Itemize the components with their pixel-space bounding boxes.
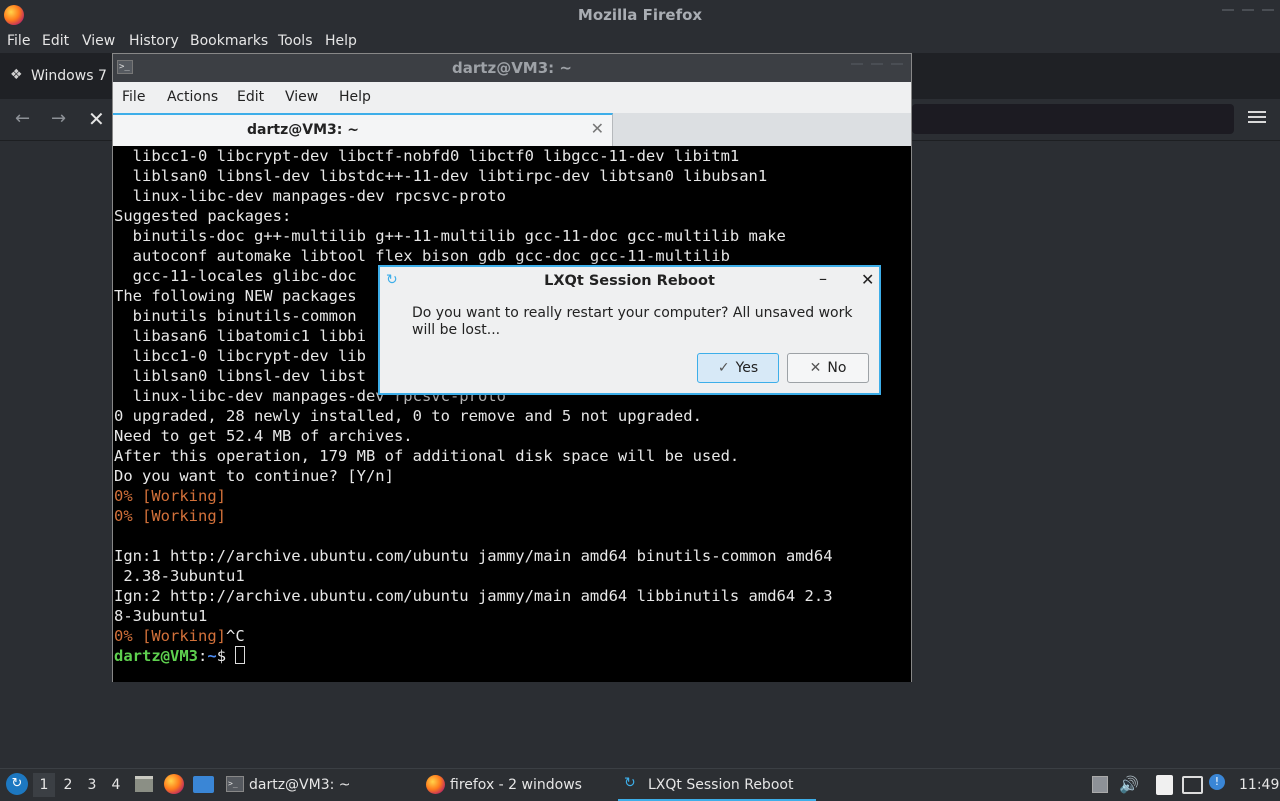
terminal-menubar: File Actions Edit View Help — [113, 82, 911, 113]
terminal-line: After this operation, 179 MB of addition… — [114, 447, 740, 465]
prompt-separator: : — [198, 647, 208, 665]
start-menu-icon[interactable]: ↻ — [6, 773, 28, 795]
hamburger-menu-icon[interactable] — [1248, 108, 1266, 124]
terminal-line-interrupt: 0% [Working]^C — [114, 626, 911, 646]
network-icon[interactable] — [1182, 776, 1203, 794]
tray-updates-icon[interactable] — [1092, 776, 1108, 793]
file-manager-icon[interactable] — [135, 776, 153, 792]
working-text: 0% [Working] — [114, 627, 226, 645]
dialog-close-icon[interactable]: ✕ — [861, 270, 874, 289]
task-terminal-label: dartz@VM3: ~ — [249, 777, 351, 793]
terminal-titlebar: >_ dartz@VM3: ~ — [113, 54, 911, 82]
dialog-message: Do you want to really restart your compu… — [412, 305, 853, 338]
back-icon[interactable]: ← — [15, 108, 30, 129]
taskbar: ↻ 1 2 3 4 >_ dartz@VM3: ~ firefox - 2 wi… — [0, 768, 1280, 801]
task-firefox-label: firefox - 2 windows — [450, 777, 582, 793]
terminal-line: 0% [Working] — [114, 507, 226, 525]
firefox-window-title: Mozilla Firefox — [577, 6, 703, 24]
terminal-line: Suggested packages: — [114, 207, 292, 225]
menu-file[interactable]: File — [7, 33, 30, 49]
x-icon: ✕ — [809, 360, 822, 376]
firefox-launcher-icon[interactable] — [164, 774, 184, 794]
terminal-window-title: dartz@VM3: ~ — [452, 59, 572, 77]
workspace-2[interactable]: 2 — [57, 773, 79, 797]
lxqt-task-icon: ↻ — [624, 775, 636, 791]
terminal-line: 0 upgraded, 28 newly installed, 0 to rem… — [114, 407, 702, 425]
terminal-line: autoconf automake libtool flex bison gdb… — [114, 247, 730, 265]
terminal-tab-label: dartz@VM3: ~ — [247, 122, 359, 138]
terminal-line: binutils-doc g++-multilib g++-11-multili… — [114, 227, 786, 245]
firefox-titlebar: Mozilla Firefox — [0, 0, 1280, 29]
terminal-line: libcc1-0 libcrypt-dev libctf-nobfd0 libc… — [114, 147, 740, 165]
notification-icon[interactable]: ! — [1209, 774, 1225, 790]
clock: 11:49 — [1239, 777, 1280, 793]
ctrl-c-text: ^C — [225, 627, 245, 645]
task-reboot-dialog[interactable]: ↻ LXQt Session Reboot — [618, 769, 816, 801]
desktop-icon[interactable] — [193, 776, 214, 793]
dialog-minimize-icon[interactable]: – — [819, 269, 827, 288]
firefox-menubar: File Edit View History Bookmarks Tools H… — [0, 29, 1280, 53]
terminal-menu-actions[interactable]: Actions — [167, 89, 218, 105]
workspace-1[interactable]: 1 — [33, 773, 55, 797]
firefox-tab-label: Windows 7 I — [31, 68, 116, 84]
terminal-close-icon[interactable] — [891, 63, 903, 73]
terminal-line: Need to get 52.4 MB of archives. — [114, 427, 413, 445]
clipboard-icon[interactable] — [1156, 775, 1173, 795]
terminal-line: liblsan0 libnsl-dev libstdc++-11-dev lib… — [114, 167, 768, 185]
terminal-menu-file[interactable]: File — [122, 89, 145, 105]
volume-icon[interactable]: 🔊 — [1119, 775, 1139, 794]
terminal-output[interactable]: libcc1-0 libcrypt-dev libctf-nobfd0 libc… — [113, 146, 911, 682]
close-icon[interactable] — [1262, 9, 1274, 19]
terminal-task-icon: >_ — [226, 776, 244, 792]
no-button[interactable]: ✕ No — [787, 353, 869, 383]
task-terminal[interactable]: >_ dartz@VM3: ~ — [222, 769, 412, 801]
site-favicon-icon: ❖ — [10, 67, 23, 83]
terminal-line: Do you want to continue? [Y/n] — [114, 467, 394, 485]
terminal-minimize-icon[interactable] — [851, 63, 863, 73]
terminal-line: linux-libc-dev manpages-dev rpcsvc-proto — [114, 187, 506, 205]
menu-bookmarks[interactable]: Bookmarks — [190, 33, 268, 49]
stop-icon[interactable]: ✕ — [88, 107, 105, 131]
dialog-title: LXQt Session Reboot — [544, 273, 715, 289]
terminal-line: 2.38-3ubuntu1 — [114, 567, 245, 585]
prompt-path: ~ — [207, 647, 217, 665]
workspace-3[interactable]: 3 — [81, 773, 103, 797]
firefox-tab[interactable]: ❖ Windows 7 I — [4, 62, 116, 92]
reboot-dialog: ↻ LXQt Session Reboot – ✕ Do you want to… — [378, 265, 881, 395]
menu-view[interactable]: View — [82, 33, 115, 49]
yes-button-label: Yes — [735, 360, 759, 376]
task-reboot-label: LXQt Session Reboot — [648, 777, 794, 793]
workspace-4[interactable]: 4 — [105, 773, 127, 797]
terminal-maximize-icon[interactable] — [871, 63, 883, 73]
minimize-icon[interactable] — [1222, 9, 1234, 19]
dialog-titlebar: ↻ LXQt Session Reboot – ✕ — [380, 267, 879, 294]
prompt-user: dartz@VM3 — [114, 647, 198, 665]
prompt-symbol: $ — [216, 647, 236, 665]
menu-history[interactable]: History — [129, 33, 179, 49]
menu-edit[interactable]: Edit — [42, 33, 69, 49]
url-bar[interactable] — [912, 104, 1234, 134]
terminal-menu-view[interactable]: View — [285, 89, 318, 105]
menu-tools[interactable]: Tools — [278, 33, 313, 49]
yes-button[interactable]: ✓ Yes — [697, 353, 779, 383]
terminal-menu-help[interactable]: Help — [339, 89, 371, 105]
forward-icon[interactable]: → — [51, 108, 66, 129]
no-button-label: No — [827, 360, 847, 376]
terminal-line: Ign:1 http://archive.ubuntu.com/ubuntu j… — [114, 547, 833, 565]
terminal-line: 8-3ubuntu1 — [114, 607, 208, 625]
firefox-task-icon — [426, 775, 445, 794]
terminal-line: 0% [Working] — [114, 487, 226, 505]
task-firefox[interactable]: firefox - 2 windows — [420, 769, 610, 801]
terminal-tab[interactable]: dartz@VM3: ~ ✕ — [113, 113, 613, 146]
terminal-line: Ign:2 http://archive.ubuntu.com/ubuntu j… — [114, 587, 833, 605]
maximize-icon[interactable] — [1242, 9, 1254, 19]
tab-close-icon[interactable]: ✕ — [591, 119, 604, 138]
check-icon: ✓ — [717, 360, 730, 376]
terminal-menu-edit[interactable]: Edit — [237, 89, 264, 105]
menu-help[interactable]: Help — [325, 33, 357, 49]
terminal-prompt: dartz@VM3:~$ — [114, 646, 911, 666]
terminal-cursor — [235, 646, 246, 664]
